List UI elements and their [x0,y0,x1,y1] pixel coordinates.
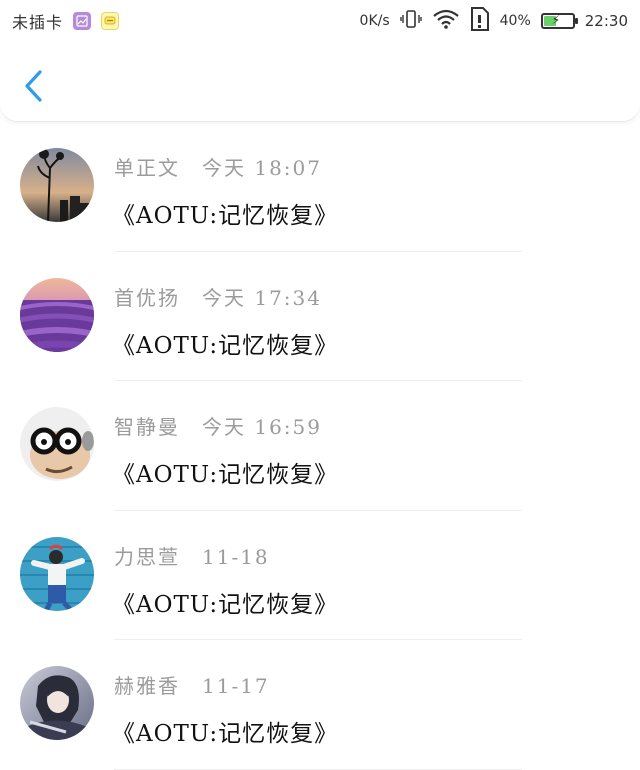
avatar[interactable] [20,277,94,352]
sender-name: 赫雅香 [114,674,180,698]
message-meta: 赫雅香 11-17 [114,670,270,699]
message-title: 《AOTU:记忆恢复》 [112,591,339,618]
message-meta: 智静曼 今天 16:59 [114,411,322,440]
top-nav-bar [0,42,640,122]
chevron-left-icon [25,70,42,102]
wifi-icon [432,9,460,33]
back-button[interactable] [20,68,48,104]
list-item[interactable]: 首优扬 今天 17:34 《AOTU:记忆恢复》 [0,252,640,381]
battery-percent: 40% [499,13,531,29]
network-speed: 0K/s [359,13,390,29]
sender-name: 力思萱 [114,544,180,569]
sim-alert-icon [470,6,490,36]
message-time: 今天 18:07 [202,156,322,180]
message-time: 今天 16:59 [202,415,322,439]
message-meta: 单正文 今天 18:07 [114,152,322,181]
message-list: 单正文 今天 18:07 《AOTU:记忆恢复》 首优扬 今天 17:34 《A… [0,122,640,770]
status-bar-right: 0K/s 40% ⚡ 22:30 [360,6,628,36]
battery-charging-icon: ⚡ [540,13,578,29]
message-time: 11-17 [202,674,270,698]
list-item[interactable]: 力思萱 11-18 《AOTU:记忆恢复》 [0,511,640,640]
sender-name: 单正文 [114,156,180,180]
divider [114,768,522,770]
vibrate-icon [399,9,422,33]
clock: 22:30 [584,12,628,30]
message-time: 今天 17:34 [202,285,322,310]
message-meta: 首优扬 今天 17:34 [114,282,322,311]
carrier-label: 未插卡 [12,13,64,32]
gallery-app-icon [73,12,92,30]
message-meta: 力思萱 11-18 [114,541,270,570]
sender-name: 首优扬 [114,285,180,310]
list-item[interactable]: 单正文 今天 18:07 《AOTU:记忆恢复》 [0,122,640,252]
message-title: 《AOTU:记忆恢复》 [112,721,339,747]
list-item[interactable]: 赫雅香 11-17 《AOTU:记忆恢复》 [0,640,640,770]
status-bar: 未插卡 0K/s 40% ⚡ 22:30 [0,0,640,42]
sender-name: 智静曼 [114,415,180,439]
status-bar-left: 未插卡 [12,9,120,33]
message-time: 11-18 [202,544,270,569]
avatar[interactable] [20,536,94,611]
avatar[interactable] [20,407,94,481]
message-title: 《AOTU:记忆恢复》 [112,332,339,359]
message-app-icon [101,12,120,30]
avatar[interactable] [20,148,94,222]
message-title: 《AOTU:记忆恢复》 [112,203,339,229]
list-item[interactable]: 智静曼 今天 16:59 《AOTU:记忆恢复》 [0,381,640,511]
avatar[interactable] [20,666,94,740]
message-title: 《AOTU:记忆恢复》 [112,462,339,488]
